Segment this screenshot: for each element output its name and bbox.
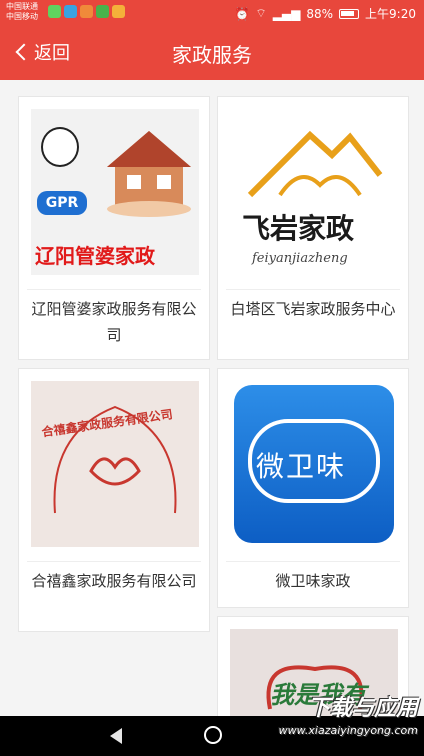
- watermark-main: 下载与应用: [307, 696, 418, 721]
- nav-home-icon[interactable]: [204, 726, 222, 744]
- notification-icons: [48, 5, 125, 18]
- battery-percent: 88%: [306, 6, 334, 21]
- app-icon: [80, 5, 93, 18]
- alarm-icon: ⏰: [234, 6, 250, 21]
- logo-text: 微卫味: [256, 450, 347, 483]
- watermark: 下载与应用 www.xiazaiyingyong.com: [279, 690, 418, 737]
- carrier-info: 中国联通 中国移动: [6, 2, 38, 22]
- logo-text: 辽阳管婆家政: [35, 244, 155, 268]
- service-name: 合禧鑫家政服务有限公司: [27, 561, 201, 594]
- page-title: 家政服务: [172, 43, 252, 67]
- roof-logo-icon: [247, 130, 383, 198]
- watermark-sub: www.xiazaiyingyong.com: [278, 724, 418, 737]
- house-icon: [107, 131, 191, 217]
- carrier-2: 中国移动: [6, 12, 38, 21]
- app-bar: 返回 家政服务: [0, 26, 424, 80]
- service-logo: 合禧鑫家政服务有限公司: [31, 381, 199, 547]
- logo-pinyin: feiyanjiazheng: [252, 251, 348, 266]
- clock: 上午9:20: [365, 7, 416, 21]
- battery-icon: [339, 8, 360, 19]
- nav-back-icon[interactable]: [110, 728, 122, 744]
- app2-icon: [112, 5, 125, 18]
- wechat-icon: [48, 5, 61, 18]
- service-logo: 微卫味: [230, 381, 398, 547]
- logo-text: 飞岩家政: [242, 212, 355, 245]
- cartoon-face-icon: [41, 127, 79, 167]
- service-card[interactable]: 飞岩家政 feiyanjiazheng 白塔区飞岩家政服务中心: [217, 96, 409, 360]
- service-name: 微卫味家政: [226, 561, 400, 594]
- service-card[interactable]: 合禧鑫家政服务有限公司 合禧鑫家政服务有限公司: [18, 368, 210, 632]
- service-card[interactable]: 微卫味 微卫味家政: [217, 368, 409, 608]
- service-logo: GPR 辽阳管婆家政: [31, 109, 199, 275]
- service-logo: 飞岩家政 feiyanjiazheng: [230, 109, 398, 275]
- service-name: 白塔区飞岩家政服务中心: [226, 289, 400, 322]
- signal-icon: ▂▄▆: [272, 6, 301, 21]
- status-right: ⏰ ⌔ ▂▄▆ 88% 上午9:20: [234, 5, 416, 22]
- carrier-1: 中国联通: [6, 2, 38, 11]
- service-name: 辽阳管婆家政服务有限公司: [27, 289, 201, 348]
- play-icon: [96, 5, 109, 18]
- wifi-icon: ⌔: [255, 6, 267, 20]
- service-card[interactable]: GPR 辽阳管婆家政 辽阳管婆家政服务有限公司: [18, 96, 210, 360]
- gpr-badge: GPR: [37, 191, 87, 215]
- status-bar: 中国联通 中国移动 ⏰ ⌔ ▂▄▆ 88% 上午9:20: [0, 0, 424, 26]
- telegram-icon: [64, 5, 77, 18]
